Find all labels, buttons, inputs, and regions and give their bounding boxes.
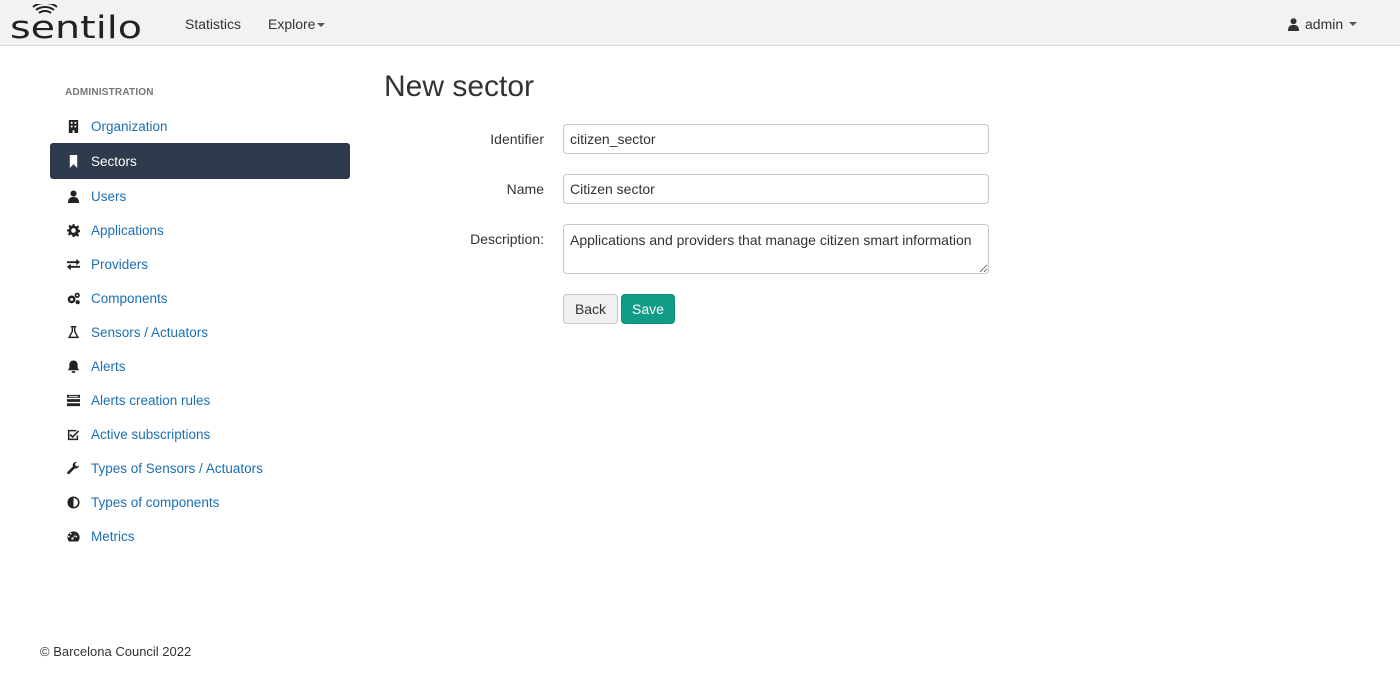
nav-statistics[interactable]: Statistics bbox=[185, 16, 241, 32]
sidebar-item-label: Metrics bbox=[91, 528, 135, 544]
flask-icon bbox=[66, 325, 80, 339]
page-title: New sector bbox=[384, 70, 535, 103]
sidebar-item-alerts-creation-rules[interactable]: Alerts creation rules bbox=[50, 383, 350, 417]
sidebar-item-label: Sectors bbox=[91, 153, 137, 169]
user-name: admin bbox=[1305, 16, 1344, 32]
sidebar-item-label: Components bbox=[91, 290, 168, 306]
sidebar-item-label: Types of Sensors / Actuators bbox=[91, 460, 263, 476]
sidebar-item-sensors-actuators[interactable]: Sensors / Actuators bbox=[50, 315, 350, 349]
sidebar-item-label: Active subscriptions bbox=[91, 426, 211, 442]
sidebar-item-label: Users bbox=[91, 188, 127, 204]
sidebar-item-label: Providers bbox=[91, 256, 149, 272]
save-button[interactable]: Save bbox=[621, 294, 675, 324]
half-circle-icon bbox=[66, 495, 80, 509]
sidebar-item-label: Applications bbox=[91, 222, 164, 238]
sidebar-item-sectors[interactable]: Sectors bbox=[50, 143, 350, 179]
chevron-down-icon bbox=[317, 23, 326, 28]
name-label: Name bbox=[506, 181, 544, 197]
back-button[interactable]: Back bbox=[563, 294, 618, 324]
sidebar-item-components[interactable]: Components bbox=[50, 281, 350, 315]
sidebar-item-label: Organization bbox=[91, 118, 168, 134]
sidebar-item-types-of-sensors[interactable]: Types of Sensors / Actuators bbox=[50, 451, 350, 485]
sidebar-item-label: Types of components bbox=[91, 494, 220, 510]
sidebar-item-alerts[interactable]: Alerts bbox=[50, 349, 350, 383]
top-navbar: sentilo Statistics Explore admin bbox=[0, 0, 1400, 46]
sidebar-item-active-subscriptions[interactable]: Active subscriptions bbox=[50, 417, 350, 451]
sidebar-item-label: Sensors / Actuators bbox=[91, 324, 209, 340]
description-label: Description: bbox=[470, 231, 544, 247]
sidebar-heading: ADMINISTRATION bbox=[65, 87, 154, 98]
bell-icon bbox=[66, 359, 80, 373]
footer-copyright: © Barcelona Council 2022 bbox=[40, 644, 192, 659]
building-icon bbox=[66, 119, 80, 133]
gear-icon bbox=[66, 223, 80, 237]
nav-explore-label: Explore bbox=[268, 16, 316, 32]
identifier-label: Identifier bbox=[490, 131, 544, 147]
list-icon bbox=[66, 393, 80, 407]
sidebar-item-organization[interactable]: Organization bbox=[50, 109, 350, 143]
check-square-icon bbox=[66, 427, 80, 441]
nav-explore-dropdown[interactable]: Explore bbox=[268, 16, 326, 32]
user-menu-dropdown[interactable]: admin bbox=[1288, 16, 1358, 32]
wrench-icon bbox=[66, 461, 80, 475]
description-textarea[interactable]: Applications and providers that manage c… bbox=[563, 224, 989, 274]
gears-icon bbox=[66, 291, 80, 305]
name-input[interactable] bbox=[563, 174, 989, 204]
sidebar-item-applications[interactable]: Applications bbox=[50, 213, 350, 247]
sidebar-item-providers[interactable]: Providers bbox=[50, 247, 350, 281]
dashboard-icon bbox=[66, 529, 80, 543]
sidebar-item-label: Alerts bbox=[91, 358, 126, 374]
bookmark-icon bbox=[66, 154, 80, 168]
sentilo-logo[interactable]: sentilo bbox=[10, 4, 144, 42]
identifier-input[interactable] bbox=[563, 124, 989, 154]
sidebar-item-label: Alerts creation rules bbox=[91, 392, 211, 408]
chevron-down-icon bbox=[1349, 22, 1358, 26]
sidebar-item-metrics[interactable]: Metrics bbox=[50, 519, 350, 553]
user-icon bbox=[66, 189, 80, 203]
user-icon bbox=[1288, 17, 1299, 31]
exchange-icon bbox=[66, 257, 80, 271]
sidebar-item-users[interactable]: Users bbox=[50, 179, 350, 213]
logo-text: sentilo bbox=[10, 10, 142, 42]
sidebar-item-types-of-components[interactable]: Types of components bbox=[50, 485, 350, 519]
